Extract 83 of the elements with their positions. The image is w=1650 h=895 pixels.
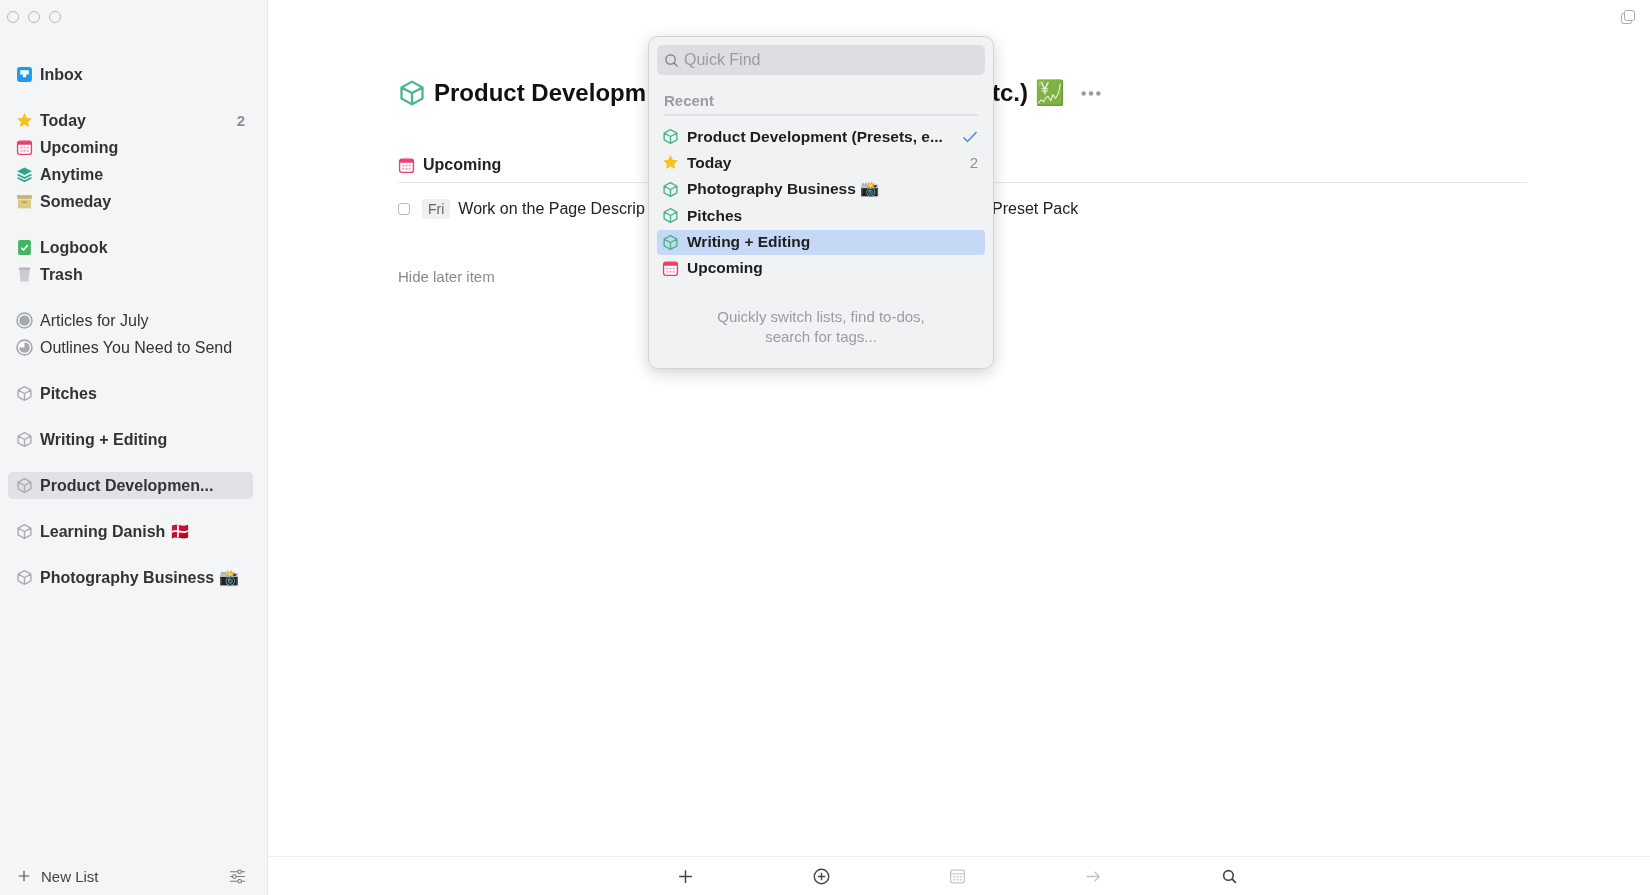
sidebar-item[interactable]: Upcoming (8, 134, 253, 161)
sidebar-item[interactable]: Pitches (8, 380, 253, 407)
sidebar-item-label: Photography Business 📸 (40, 568, 239, 587)
result-label: Photography Business 📸 (687, 180, 880, 199)
sidebar-item-label: Today (40, 111, 86, 130)
sidebar-item-label: Trash (40, 265, 83, 284)
result-item[interactable]: Pitches (657, 203, 985, 229)
sidebar-item-label: Someday (40, 192, 112, 211)
plus-circle-icon (813, 867, 830, 885)
calendar-icon (398, 156, 415, 174)
cube-icon (662, 207, 679, 225)
result-label: Today (687, 153, 732, 172)
settings-icon[interactable] (229, 867, 246, 885)
sidebar-item[interactable]: Trash (8, 261, 253, 288)
hint-text: Quickly switch lists, find to-dos, search for tags... (716, 306, 926, 347)
checked-book-icon (16, 239, 33, 256)
list-title: Product Developm (434, 79, 647, 107)
result-item[interactable]: Writing + Editing (657, 229, 985, 255)
search-input[interactable]: Quick Find (684, 51, 978, 69)
item-count: 2 (236, 112, 245, 129)
inbox-icon (16, 66, 33, 83)
result-item[interactable]: Photography Business 📸 (657, 176, 985, 202)
window-icon[interactable] (1620, 9, 1636, 27)
section-heading: Upcoming (423, 156, 502, 174)
sidebar-item-label: Logbook (40, 238, 108, 257)
cube-icon (16, 523, 33, 540)
sidebar-item-label: Learning Danish 🇩🇰 (40, 522, 190, 541)
list-title: tc.) 💹 (992, 79, 1065, 107)
cube-icon (16, 385, 33, 402)
result-item[interactable]: Product Development (Presets, e... (657, 124, 985, 149)
new-list-button[interactable]: New List (17, 867, 99, 885)
sidebar-item[interactable]: Anytime (8, 161, 253, 188)
sidebar-item-label: Pitches (40, 384, 97, 403)
calendar-icon (16, 139, 33, 156)
section-label: Recent (664, 92, 978, 116)
sidebar-item[interactable]: Product Developmen... (8, 472, 253, 499)
star-icon (662, 154, 679, 172)
star-icon (16, 112, 33, 129)
sidebar-item-label: Anytime (40, 165, 104, 184)
sidebar-item[interactable]: Learning Danish 🇩🇰 (8, 518, 253, 545)
archive-box-icon (16, 193, 33, 210)
cube-icon (16, 431, 33, 448)
sidebar-item-label: Product Developmen... (40, 476, 214, 495)
search-field[interactable]: Quick Find (657, 45, 985, 75)
sidebar-item[interactable]: Photography Business 📸 (8, 564, 253, 591)
task-title[interactable]: Work on the Page Descrip (458, 200, 645, 218)
layers-icon (16, 166, 33, 183)
sidebar-item-label: Writing + Editing (40, 430, 168, 449)
calendar-icon (662, 259, 679, 277)
sidebar-item[interactable]: Logbook (8, 234, 253, 261)
task-checkbox[interactable] (398, 203, 410, 215)
sidebar-item[interactable]: Writing + Editing (8, 426, 253, 453)
result-item[interactable]: Today 2 (657, 150, 985, 176)
sidebar-item[interactable]: Articles for July (8, 307, 253, 334)
item-count: 2 (969, 154, 978, 172)
cube-icon (16, 569, 33, 586)
plus-icon (677, 867, 694, 885)
sidebar-item-label: Articles for July (40, 311, 149, 330)
result-label: Upcoming (687, 259, 763, 278)
sidebar-item-label: Inbox (40, 65, 83, 84)
result-label: Pitches (687, 206, 743, 225)
sidebar-item-label: Upcoming (40, 138, 119, 157)
cube-icon (662, 233, 679, 251)
sidebar-item[interactable]: Today 2 (8, 107, 253, 134)
cube-icon (662, 180, 679, 198)
trash-icon (16, 266, 33, 283)
calendar-icon (949, 867, 966, 885)
result-label: Writing + Editing (687, 233, 811, 252)
date-tag: Fri (422, 199, 451, 219)
sidebar-item[interactable]: Inbox (8, 61, 253, 88)
sidebar-item[interactable]: Outlines You Need to Send (8, 334, 253, 361)
plus-icon (17, 869, 31, 883)
cube-icon (16, 477, 33, 494)
more-button[interactable] (1078, 88, 1103, 98)
cube-icon (398, 79, 426, 107)
result-label: Product Development (Presets, e... (687, 127, 943, 146)
search-icon (1221, 867, 1238, 885)
ellipsis-icon (1080, 90, 1101, 96)
result-item[interactable]: Upcoming (657, 255, 985, 281)
sidebar-item-label: Outlines You Need to Send (40, 338, 233, 357)
sidebar-item[interactable]: Someday (8, 188, 253, 215)
search-icon (664, 52, 679, 68)
cube-icon (662, 128, 679, 145)
